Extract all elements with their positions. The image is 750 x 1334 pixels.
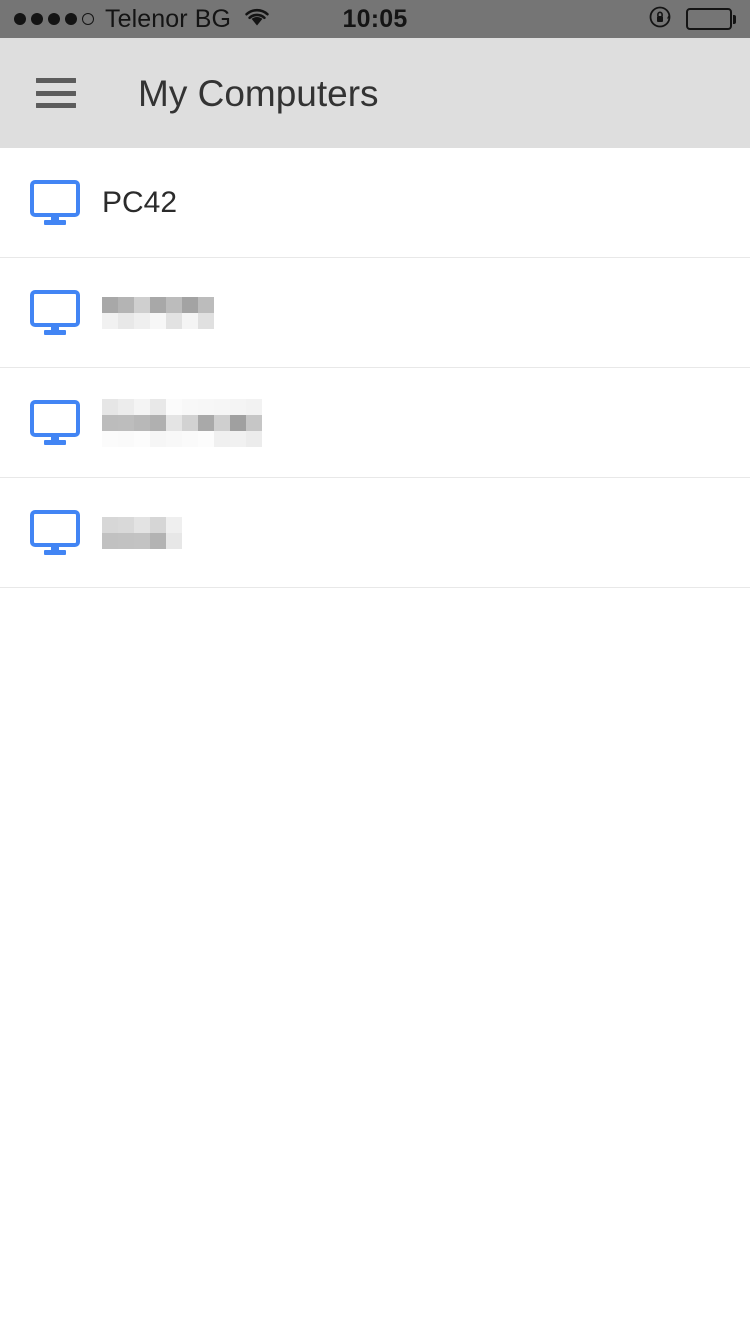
redacted-computer-name [102, 296, 214, 329]
computer-name-label: PC42 [102, 185, 178, 219]
wifi-icon [243, 6, 271, 33]
signal-dot-1 [14, 13, 26, 25]
status-bar: Telenor BG 10:05 [0, 0, 750, 38]
battery-icon [685, 8, 736, 30]
signal-dot-5 [82, 13, 94, 25]
monitor-icon [30, 179, 80, 225]
redacted-computer-name [102, 516, 182, 549]
computer-list-item[interactable] [0, 368, 750, 478]
status-bar-right [648, 4, 736, 35]
computer-list: PC42 [0, 148, 750, 588]
status-bar-left: Telenor BG [14, 6, 271, 33]
clock-label: 10:05 [342, 4, 408, 33]
signal-strength-icon [14, 13, 94, 25]
computer-list-item[interactable] [0, 258, 750, 368]
app-header: My Computers [0, 38, 750, 148]
rotation-lock-icon [648, 4, 674, 35]
computer-list-item[interactable]: PC42 [0, 148, 750, 258]
page-title: My Computers [138, 72, 379, 114]
carrier-label: Telenor BG [105, 4, 232, 33]
signal-dot-2 [31, 13, 43, 25]
signal-dot-3 [48, 13, 60, 25]
hamburger-menu-icon[interactable] [36, 78, 76, 108]
computer-list-item[interactable] [0, 478, 750, 588]
monitor-icon [30, 509, 80, 555]
monitor-icon [30, 289, 80, 335]
monitor-icon [30, 399, 80, 445]
signal-dot-4 [65, 13, 77, 25]
redacted-computer-name [102, 398, 262, 447]
